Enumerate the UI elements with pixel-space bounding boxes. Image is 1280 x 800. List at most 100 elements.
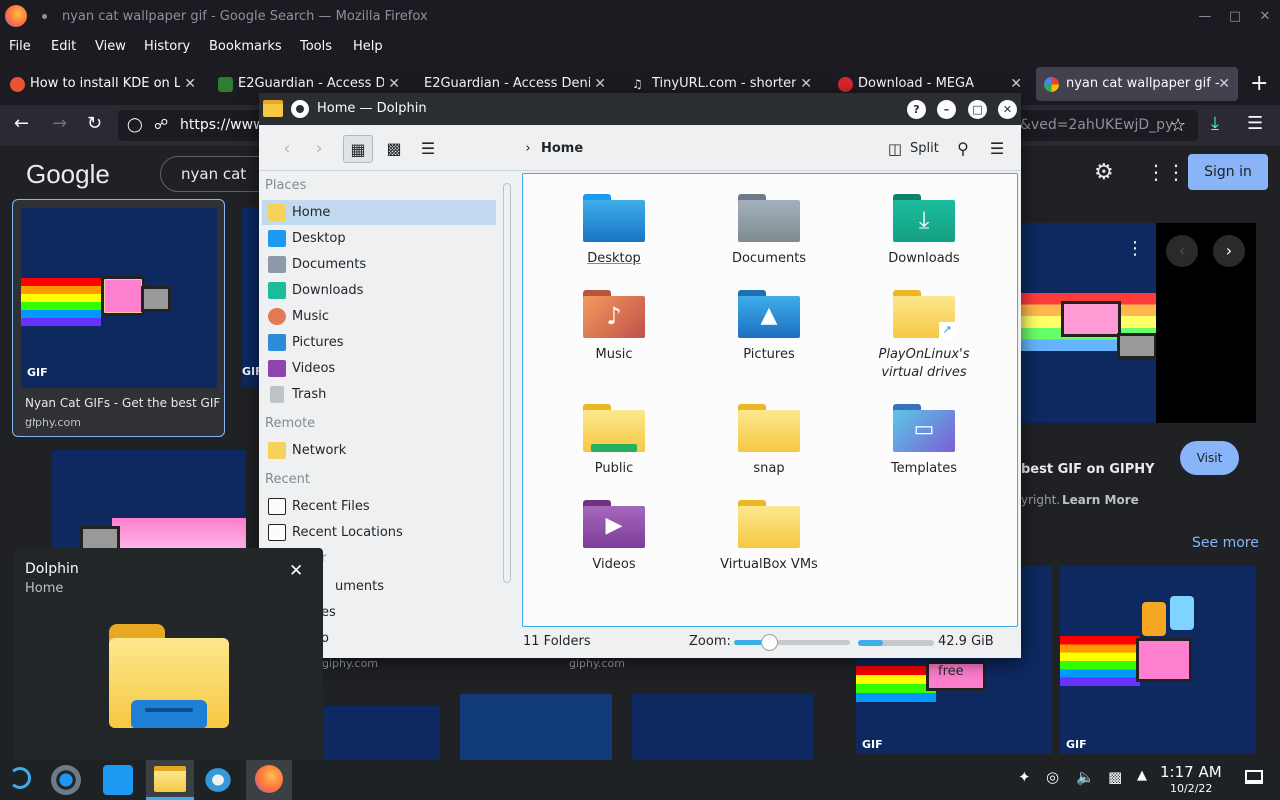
google-logo[interactable]: Google [26,159,110,190]
see-more-link[interactable]: See more [1192,535,1259,551]
close-button[interactable]: ✕ [1250,0,1280,33]
image-result-card[interactable]: GIF Ny ten [238,199,260,437]
folder-documents[interactable]: Documents [694,194,844,268]
popup-close-icon[interactable]: ✕ [289,561,303,581]
minimize-button[interactable]: — [1190,0,1220,33]
folder-desktop[interactable]: Desktop [539,194,689,268]
menu-bookmarks[interactable]: Bookmarks [209,39,282,54]
folder-music[interactable]: ♪ Music [539,290,689,364]
menu-file[interactable]: File [9,39,31,54]
clipboard-icon[interactable]: ▲ [1137,768,1147,783]
folder-snap[interactable]: snap [694,404,844,478]
settings-gear-icon[interactable]: ⚙ [1094,160,1114,185]
minimize-button[interactable]: – [937,100,956,119]
partial-place-label[interactable]: uments [335,579,384,594]
result-thumbnail[interactable] [460,694,612,760]
forward-button[interactable]: › [307,135,331,163]
dolphin-taskbar-folder-icon [154,766,186,792]
menu-history[interactable]: History [144,39,190,54]
menu-view[interactable]: View [95,39,126,54]
tab-kde[interactable]: How to install KDE on Lu ✕ [8,67,198,101]
places-scrollbar[interactable] [503,183,511,583]
shield-icon[interactable]: ◯ [127,110,143,141]
result-thumbnail[interactable] [323,706,440,760]
next-image-button[interactable]: › [1213,235,1245,267]
folder-downloads[interactable]: ⤓ Downloads [849,194,999,268]
folder-playonlinux[interactable]: ↗ PlayOnLinux's virtual drives [849,290,999,382]
lock-icon[interactable]: ☍ [154,110,168,141]
network-wired-icon[interactable]: ▩ [1108,768,1122,786]
clock-date[interactable]: 10/2/22 [1170,782,1212,795]
menu-edit[interactable]: Edit [51,39,76,54]
back-arrow-icon[interactable]: ← [14,113,29,134]
menu-tools[interactable]: Tools [300,39,332,54]
system-settings-taskbar-icon[interactable] [51,765,81,795]
place-downloads[interactable]: Downloads [262,278,496,303]
dolphin-preview-folder-icon [109,624,229,728]
help-button[interactable]: ? [907,100,926,119]
search-icon[interactable]: ⚲ [953,135,973,163]
split-button[interactable]: Split [910,135,939,163]
folder-templates[interactable]: ▭ Templates [849,404,999,478]
tab-close-icon[interactable]: ✕ [184,67,196,101]
zoom-slider[interactable] [734,634,850,651]
breadcrumb-home[interactable]: Home [541,135,583,163]
network-status-icon[interactable]: ◎ [1046,768,1059,786]
tab-google-search[interactable]: nyan cat wallpaper gif - ✕ [1036,67,1238,101]
desktop-icon [268,230,286,247]
back-button[interactable]: ‹ [275,135,299,163]
place-home[interactable]: Home [262,200,496,225]
clock-time[interactable]: 1:17 AM [1160,763,1222,781]
result-thumbnail [242,207,260,387]
downloads-icon[interactable]: ⤓ [1211,113,1219,134]
notifications-icon[interactable]: ✦ [1018,768,1031,786]
show-desktop-icon[interactable] [1245,770,1263,784]
maximize-button[interactable]: □ [968,100,987,119]
close-button[interactable]: ✕ [998,100,1017,119]
maximize-button[interactable]: □ [1220,0,1250,33]
forward-arrow-icon[interactable]: → [52,113,67,134]
volume-icon[interactable]: 🔈 [1076,768,1095,786]
place-recent-locations[interactable]: Recent Locations [262,520,496,545]
sign-in-button[interactable]: Sign in [1188,154,1268,190]
details-view-button[interactable]: ☰ [413,135,443,163]
place-desktop[interactable]: Desktop [262,226,496,251]
zoom-slider-handle[interactable] [761,634,778,651]
folder-pictures[interactable]: ▲ Pictures [694,290,844,364]
hamburger-menu-icon[interactable]: ☰ [1247,113,1263,134]
place-documents[interactable]: Documents [262,252,496,277]
tab-close-icon[interactable]: ✕ [1218,67,1230,101]
result-thumbnail[interactable] [52,450,246,550]
reload-icon[interactable]: ↻ [87,113,102,134]
place-music[interactable]: Music [262,304,496,329]
bookmark-star-icon[interactable]: ☆ [1170,110,1186,141]
place-recent-files[interactable]: Recent Files [262,494,496,519]
place-trash[interactable]: Trash [262,382,496,407]
compact-view-button[interactable]: ▩ [379,135,409,163]
folder-virtualbox-vms[interactable]: VirtualBox VMs [694,500,844,574]
split-icon[interactable]: ◫ [885,135,905,163]
icons-view-button[interactable]: ▦ [343,135,373,163]
prev-image-button[interactable]: ‹ [1166,235,1198,267]
image-result-card[interactable]: GIF Nyan Cat GIFs - Get the best GIF ...… [12,199,225,437]
partial-place-label[interactable]: es [321,605,336,620]
more-options-icon[interactable]: ⋮ [1126,238,1144,259]
new-tab-button[interactable]: + [1250,71,1268,96]
menu-help[interactable]: Help [353,39,383,54]
place-videos[interactable]: Videos [262,356,496,381]
search-box[interactable]: nyan cat wa [160,156,260,217]
place-network[interactable]: Network [262,438,496,463]
folder-videos[interactable]: ▶ Videos [539,500,689,574]
result-thumbnail[interactable] [632,694,813,760]
visit-button[interactable]: Visit [1180,441,1239,475]
taskbar-preview-popup[interactable]: Dolphin Home ✕ [14,548,323,760]
learn-more-link[interactable]: Learn More [1062,493,1139,507]
place-pictures[interactable]: Pictures [262,330,496,355]
app-launcher-icon[interactable] [9,767,31,789]
hamburger-menu-icon[interactable]: ☰ [987,135,1007,163]
related-thumbnail[interactable]: GIF [1060,566,1256,754]
folder-public[interactable]: Public [539,404,689,478]
settings-gear-taskbar-icon[interactable] [202,765,234,795]
popup-subtitle: Home [25,581,64,596]
discover-taskbar-icon[interactable] [103,765,133,795]
